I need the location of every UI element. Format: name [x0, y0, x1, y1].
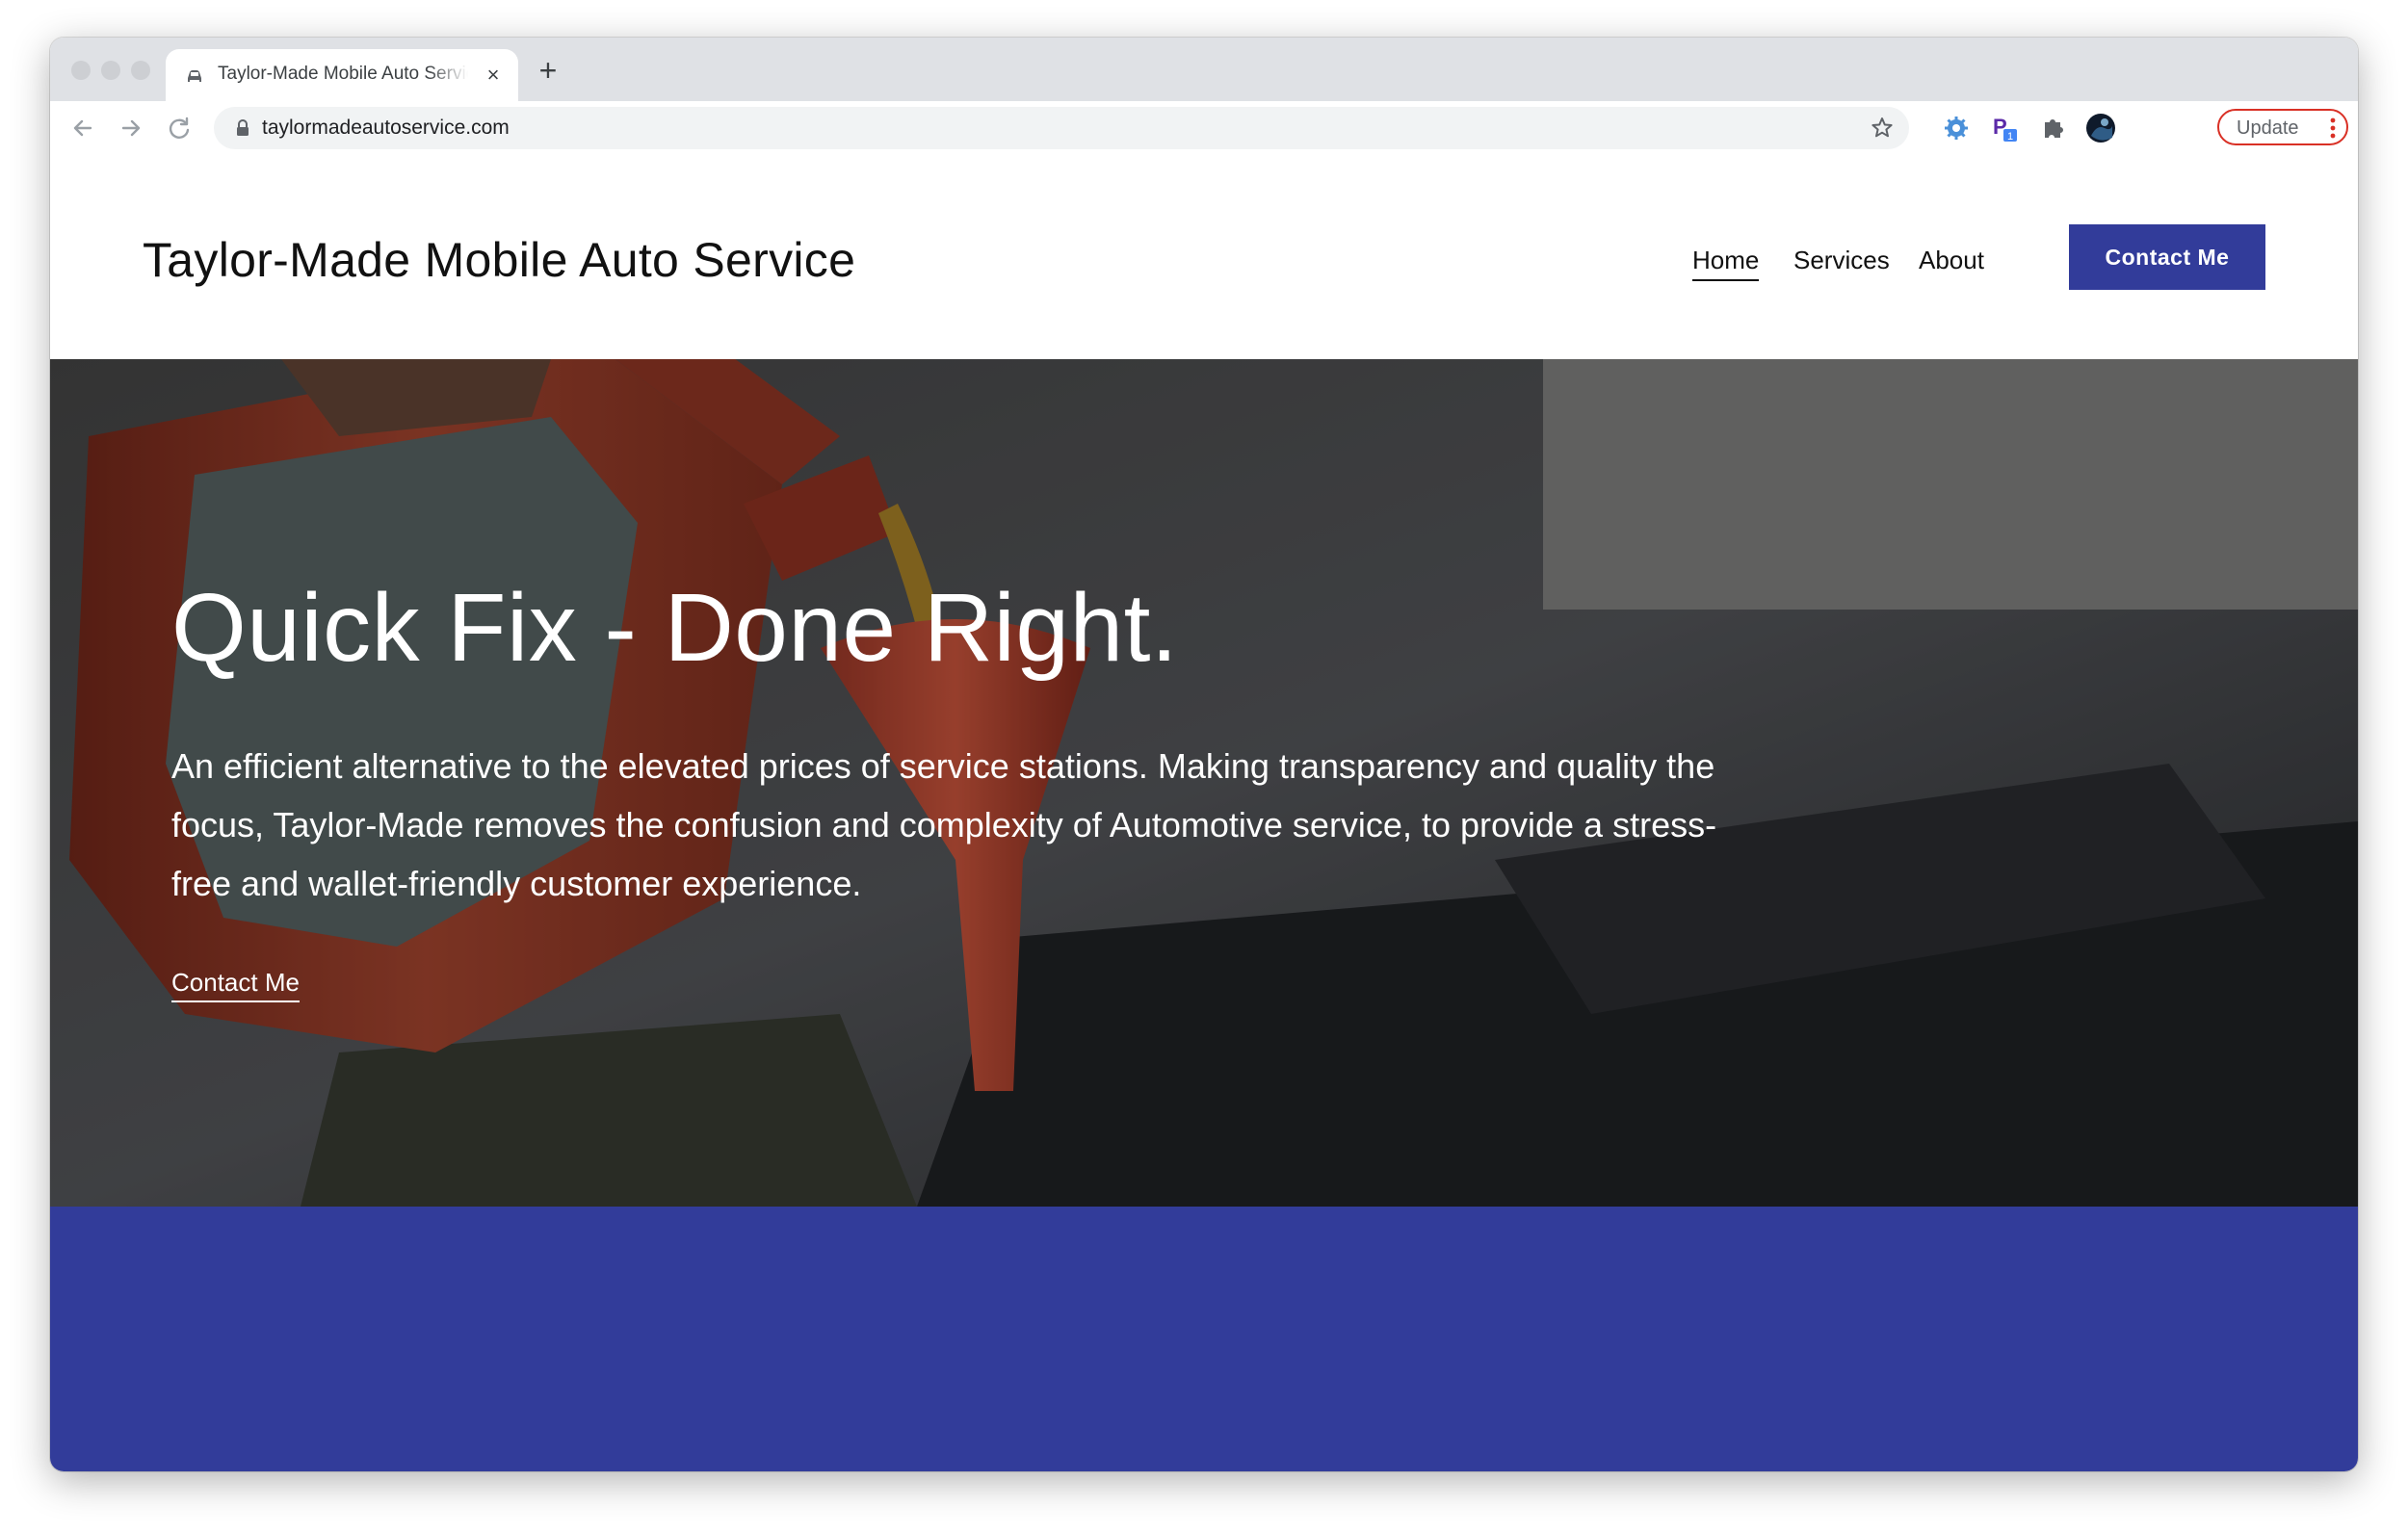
tab-strip: Taylor-Made Mobile Auto Service × +	[50, 38, 2358, 101]
nav-home[interactable]: Home	[1692, 246, 1760, 281]
lock-icon[interactable]	[235, 119, 250, 137]
nav-about[interactable]: About	[1919, 246, 1984, 275]
tab-title: Taylor-Made Mobile Auto Service	[218, 64, 468, 84]
extension-badge-count: 1	[2007, 131, 2013, 143]
reload-button[interactable]	[162, 111, 196, 145]
hero-description: An efficient alternative to the elevated…	[171, 746, 1717, 903]
extension-gear-icon[interactable]	[1941, 113, 1972, 143]
window-close-dot[interactable]	[71, 61, 91, 80]
browser-toolbar: taylormadeautoservice.com P 1 Update	[50, 101, 2358, 156]
blue-section	[50, 1207, 2358, 1471]
address-bar[interactable]: taylormadeautoservice.com	[214, 107, 1909, 149]
update-label: Update	[2237, 117, 2299, 139]
hero-heading: Quick Fix - Done Right.	[171, 574, 1179, 682]
puzzle-icon[interactable]	[2037, 113, 2068, 143]
window-minimize-dot[interactable]	[101, 61, 120, 80]
site-title[interactable]: Taylor-Made Mobile Auto Service	[143, 232, 855, 288]
back-button[interactable]	[65, 111, 100, 145]
window-zoom-dot[interactable]	[131, 61, 150, 80]
reload-icon	[169, 117, 190, 139]
profile-avatar-icon[interactable]	[2085, 113, 2116, 143]
star-icon[interactable]	[1869, 115, 1896, 142]
car-favicon-icon	[188, 70, 201, 82]
browser-tab[interactable]: Taylor-Made Mobile Auto Service ×	[166, 49, 518, 101]
tab-close-icon[interactable]: ×	[480, 62, 507, 89]
forward-button[interactable]	[114, 111, 148, 145]
new-tab-button[interactable]: +	[532, 54, 564, 87]
nav-services[interactable]: Services	[1793, 246, 1890, 275]
browser-window: Taylor-Made Mobile Auto Service × + tayl…	[50, 38, 2358, 1471]
url-text[interactable]: taylormadeautoservice.com	[262, 117, 510, 140]
update-button[interactable]: Update	[2217, 109, 2348, 145]
kebab-menu-icon	[2330, 117, 2336, 139]
hero-contact-link[interactable]: Contact Me	[171, 968, 300, 1002]
hero-section: Quick Fix - Done Right. An efficient alt…	[50, 359, 2358, 1207]
site-header: Taylor-Made Mobile Auto Service Home Ser…	[50, 155, 2358, 359]
forward-arrow-icon	[121, 119, 141, 137]
contact-me-button[interactable]: Contact Me	[2069, 224, 2265, 290]
back-arrow-icon	[73, 119, 92, 137]
extension-p-icon[interactable]: P 1	[1989, 113, 2020, 143]
